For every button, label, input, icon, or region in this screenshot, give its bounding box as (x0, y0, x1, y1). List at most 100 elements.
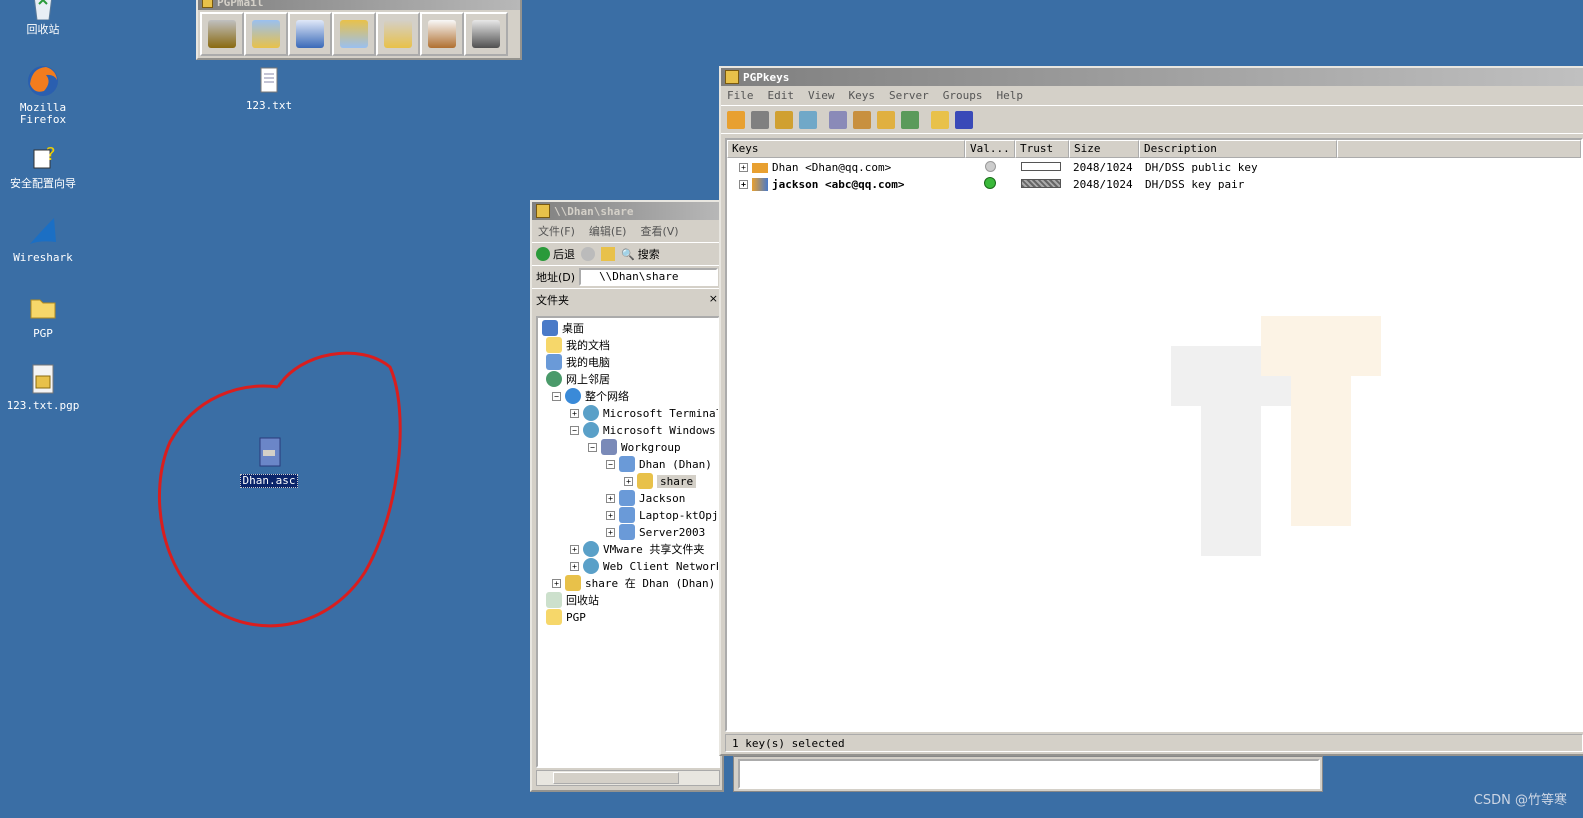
menu-keys[interactable]: Keys (849, 89, 876, 102)
menu-groups[interactable]: Groups (943, 89, 983, 102)
pgpmail-window[interactable]: PGPmail (196, 0, 522, 60)
decrypt-verify-button[interactable] (376, 12, 420, 56)
import-icon[interactable] (931, 110, 949, 129)
collapse-toggle[interactable]: − (552, 391, 561, 401)
desktop-icon-pgp-folder[interactable]: PGP (3, 290, 83, 340)
key-properties-icon[interactable] (853, 110, 871, 129)
save-icon[interactable] (955, 110, 973, 129)
tree-item-ms-terminal[interactable]: + Microsoft Terminal S (570, 405, 718, 421)
search-key-icon[interactable] (829, 110, 847, 129)
groups-icon[interactable] (901, 110, 919, 129)
tree-item-recycle-bin[interactable]: 回收站 (546, 592, 599, 608)
tree-item-laptop[interactable]: + Laptop-ktOpjh (606, 507, 718, 523)
tree-item-share[interactable]: + share (624, 473, 697, 489)
tree-item-entire-network[interactable]: − 整个网络 (552, 388, 629, 404)
search-label: 搜索 (637, 248, 660, 261)
tree-label: Microsoft Windows Ne (603, 423, 718, 437)
key-row[interactable]: + Dhan <Dhan@qq.com> 2048/1024 DH/DSS pu… (727, 159, 1581, 176)
desktop-icon-123-txt-pgp[interactable]: 123.txt.pgp (3, 362, 83, 412)
tree-item-web-client[interactable]: + Web Client Network (570, 558, 718, 574)
menu-edit[interactable]: 编辑(E) (589, 223, 627, 239)
key-description: DH/DSS key pair (1145, 178, 1245, 191)
tree-item-workgroup[interactable]: − Workgroup (588, 439, 681, 455)
up-folder-icon[interactable] (601, 247, 615, 261)
desktop-icon-123-txt[interactable]: 123.txt (229, 66, 309, 112)
tree-item-vmware-shared[interactable]: + VMware 共享文件夹 (570, 541, 704, 557)
desktop-icon-firefox[interactable]: Mozilla Firefox (3, 64, 83, 126)
scrollbar-thumb[interactable] (553, 772, 679, 784)
wipe-button[interactable] (420, 12, 464, 56)
tree-item-my-documents[interactable]: 我的文档 (546, 337, 610, 353)
collapse-toggle[interactable]: − (570, 425, 579, 435)
col-keys[interactable]: Keys (727, 140, 965, 158)
new-key-icon[interactable] (727, 110, 745, 129)
tree-item-server2003[interactable]: + Server2003 (606, 524, 705, 540)
expand-toggle[interactable]: + (606, 510, 615, 520)
red-annotation-circle (157, 351, 402, 628)
explorer-window[interactable]: \\Dhan\share 文件(F) 编辑(E) 查看(V) 后退 🔍 搜索 地… (530, 200, 724, 792)
expand-toggle[interactable]: + (739, 180, 748, 189)
expand-toggle[interactable]: + (606, 527, 615, 537)
menu-file[interactable]: File (727, 89, 754, 102)
expand-toggle[interactable]: + (606, 493, 615, 503)
expand-toggle[interactable]: + (739, 163, 748, 172)
tree-item-pgp[interactable]: PGP (546, 609, 586, 625)
pgpkeys-launch-button[interactable] (200, 12, 244, 56)
tree-item-share-on-dhan[interactable]: + share 在 Dhan (Dhan) 上 (552, 575, 718, 591)
collapse-toggle[interactable]: − (606, 459, 615, 469)
back-button[interactable]: 后退 (536, 246, 575, 262)
revoke-icon[interactable] (751, 110, 769, 129)
sign-button[interactable] (288, 12, 332, 56)
expand-toggle[interactable]: + (570, 544, 579, 554)
tree-item-jackson[interactable]: + Jackson (606, 490, 685, 506)
expand-toggle[interactable]: + (570, 561, 579, 571)
explorer-title: \\Dhan\share (554, 204, 634, 218)
col-filler (1337, 140, 1581, 158)
forward-button[interactable] (581, 247, 595, 261)
back-arrow-icon (536, 247, 550, 261)
col-size[interactable]: Size (1069, 140, 1139, 158)
expand-toggle[interactable]: + (624, 476, 633, 486)
tree-item-dhan[interactable]: − Dhan (Dhan) (606, 456, 712, 472)
key-row[interactable]: + jackson <abc@qq.com> 2048/1024 DH/DSS … (727, 176, 1581, 193)
encrypt-button[interactable] (244, 12, 288, 56)
menu-server[interactable]: Server (889, 89, 929, 102)
sign-key-icon[interactable] (775, 110, 793, 129)
menu-view[interactable]: 查看(V) (640, 223, 678, 239)
pgp-keys-watermark-icon (1171, 316, 1381, 556)
menu-view[interactable]: View (808, 89, 835, 102)
tree-item-ms-windows-network[interactable]: − Microsoft Windows Ne (570, 422, 718, 438)
expand-toggle[interactable]: + (552, 578, 561, 588)
expand-toggle[interactable]: + (570, 408, 579, 418)
col-validity[interactable]: Val... (965, 140, 1015, 158)
pgpkeys-titlebar[interactable]: PGPkeys (721, 68, 1583, 86)
desktop-icon-label: 123.txt.pgp (6, 399, 80, 412)
close-pane-icon[interactable]: × (709, 292, 718, 308)
menu-edit[interactable]: Edit (768, 89, 795, 102)
address-input[interactable]: \\Dhan\share (579, 268, 718, 286)
desktop-icon-security-wizard[interactable]: ? 安全配置向导 (3, 140, 83, 190)
desktop-icon-recycle-bin[interactable]: 回收站 (3, 0, 83, 36)
validity-gray-icon (984, 160, 996, 172)
menu-file[interactable]: 文件(F) (538, 223, 575, 239)
folder-icon (546, 609, 562, 625)
horizontal-scrollbar[interactable] (536, 770, 720, 786)
freespace-wipe-button[interactable] (464, 12, 508, 56)
tree-label: Jackson (639, 491, 686, 505)
col-trust[interactable]: Trust (1015, 140, 1069, 158)
send-keyserver-icon[interactable] (877, 110, 895, 129)
shredder-icon (472, 20, 500, 48)
tree-item-network-places[interactable]: 网上邻居 (546, 371, 610, 387)
delete-key-icon[interactable] (799, 110, 817, 129)
collapse-toggle[interactable]: − (588, 442, 597, 452)
encrypt-sign-button[interactable] (332, 12, 376, 56)
search-button[interactable]: 🔍 搜索 (621, 246, 660, 262)
explorer-titlebar[interactable]: \\Dhan\share (532, 202, 722, 220)
tree-item-desktop[interactable]: 桌面 (542, 320, 584, 336)
pgpkeys-window[interactable]: PGPkeys File Edit View Keys Server Group… (719, 66, 1583, 756)
col-description[interactable]: Description (1139, 140, 1337, 158)
menu-help[interactable]: Help (997, 89, 1024, 102)
pgpmail-titlebar[interactable]: PGPmail (198, 0, 520, 10)
tree-item-my-computer[interactable]: 我的电脑 (546, 354, 610, 370)
desktop-icon-wireshark[interactable]: Wireshark (3, 214, 83, 264)
